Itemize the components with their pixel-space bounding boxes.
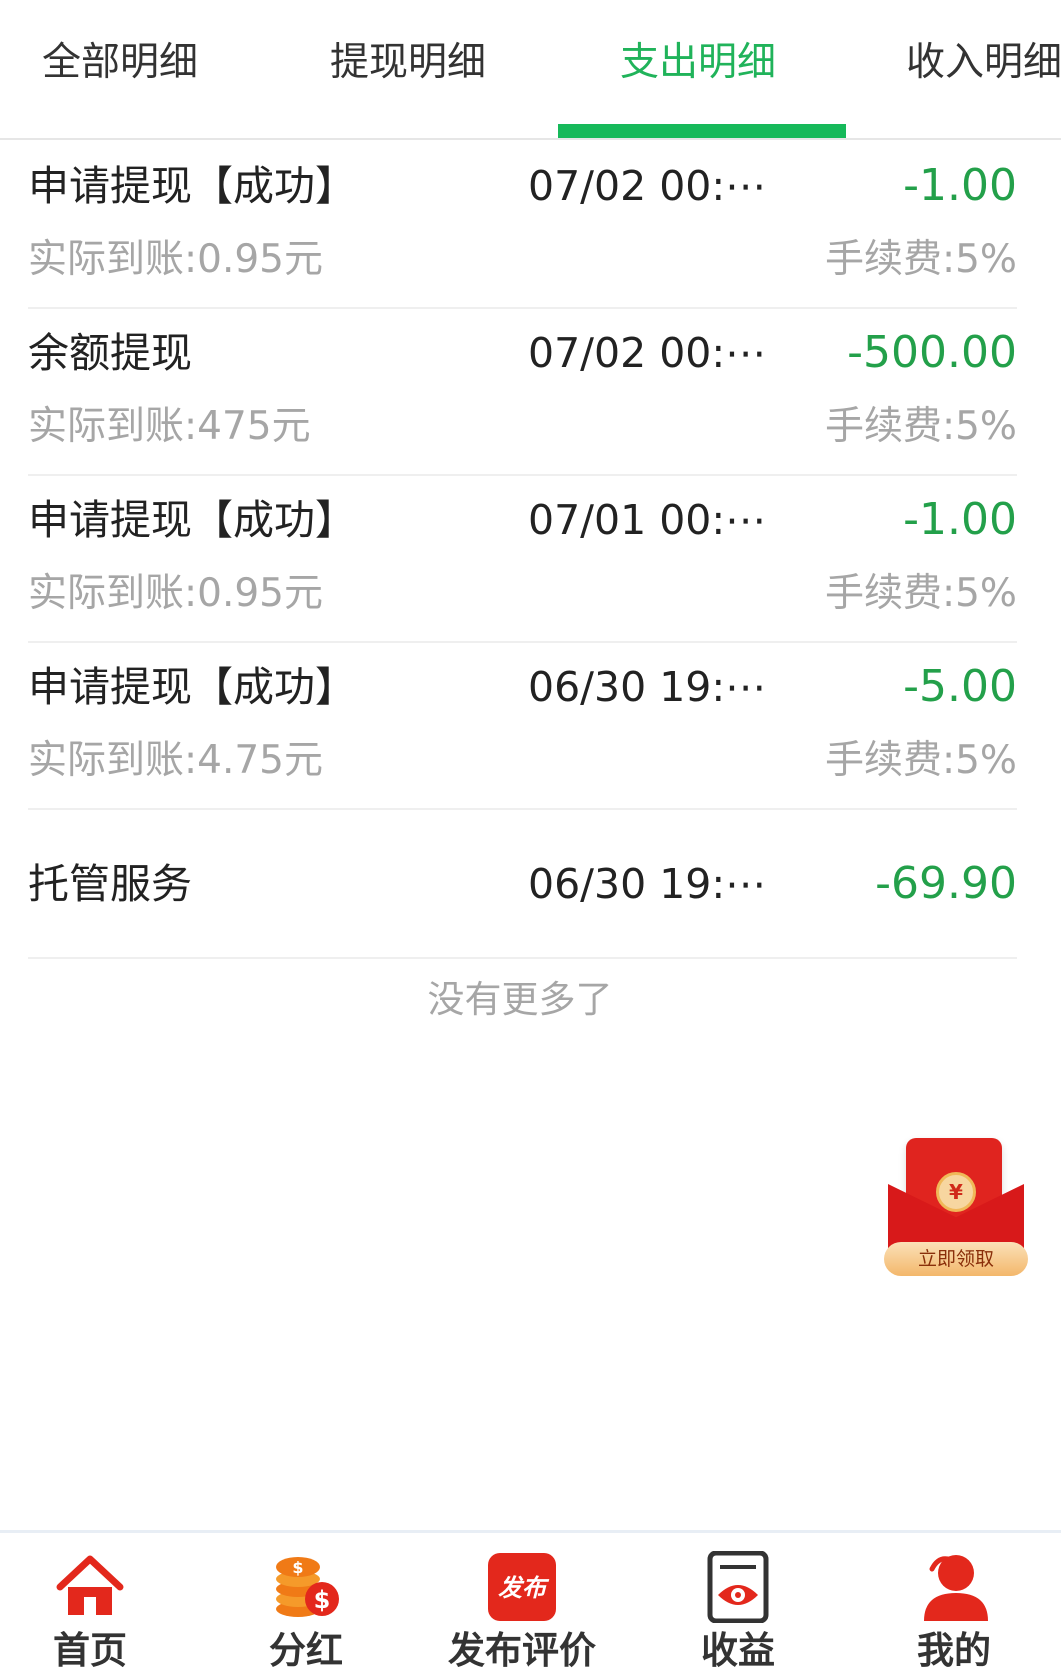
nav-home[interactable]: 首页 <box>0 1551 190 1673</box>
user-icon <box>924 1555 988 1621</box>
nav-dividend-label: 分红 <box>269 1629 343 1672</box>
list-item[interactable]: 申请提现【成功】 07/02 00:⋯ -1.00 实际到账:0.95元 手续费… <box>28 142 1017 309</box>
record-amount: -5.00 <box>903 661 1017 712</box>
claim-now-button[interactable]: 立即领取 <box>884 1242 1028 1276</box>
record-actual-received: 实际到账:4.75元 <box>28 738 323 783</box>
nav-publish-review[interactable]: 发布 发布评价 <box>422 1551 622 1673</box>
nav-dividend[interactable]: $ $ 分红 <box>206 1551 406 1673</box>
record-amount: -1.00 <box>903 160 1017 211</box>
record-amount: -1.00 <box>903 494 1017 545</box>
coin-icon: ¥ <box>936 1172 976 1212</box>
record-amount: -69.90 <box>875 858 1017 909</box>
list-item[interactable]: 申请提现【成功】 06/30 19:⋯ -5.00 实际到账:4.75元 手续费… <box>28 643 1017 810</box>
nav-earnings[interactable]: 收益 <box>638 1551 838 1673</box>
record-time: 06/30 19:⋯ <box>528 860 764 908</box>
svg-text:$: $ <box>292 1558 303 1577</box>
home-icon <box>56 1555 124 1615</box>
publish-icon: 发布 <box>488 1553 556 1621</box>
record-time: 07/02 00:⋯ <box>528 329 764 377</box>
nav-mine[interactable]: 我的 <box>854 1551 1054 1673</box>
bottom-nav: 首页 $ $ 分红 发布 发布评价 收益 我的 <box>0 1530 1061 1673</box>
nav-publish-review-label: 发布评价 <box>448 1629 596 1672</box>
svg-text:$: $ <box>314 1586 331 1614</box>
record-title: 申请提现【成功】 <box>28 162 356 210</box>
nav-mine-label: 我的 <box>917 1629 991 1672</box>
record-title: 余额提现 <box>28 329 192 377</box>
record-time: 07/02 00:⋯ <box>528 162 764 210</box>
list-item[interactable]: 余额提现 07/02 00:⋯ -500.00 实际到账:475元 手续费:5% <box>28 309 1017 476</box>
tab-income-details[interactable]: 收入明细 <box>906 38 1061 88</box>
list-item[interactable]: 托管服务 06/30 19:⋯ -69.90 <box>28 810 1017 959</box>
record-time: 06/30 19:⋯ <box>528 663 764 711</box>
tab-bar: 全部明细 提现明细 支出明细 收入明细 <box>0 0 1061 140</box>
record-fee: 手续费:5% <box>824 571 1017 616</box>
record-list: 申请提现【成功】 07/02 00:⋯ -1.00 实际到账:0.95元 手续费… <box>0 142 1061 959</box>
record-amount: -500.00 <box>847 327 1017 378</box>
record-fee: 手续费:5% <box>824 738 1017 783</box>
record-actual-received: 实际到账:475元 <box>28 404 311 449</box>
record-actual-received: 实际到账:0.95元 <box>28 571 323 616</box>
svg-text:发布: 发布 <box>498 1573 550 1602</box>
tab-expense-details[interactable]: 支出明细 <box>620 38 776 88</box>
tab-all-details[interactable]: 全部明细 <box>42 38 198 88</box>
coins-icon: $ $ <box>276 1557 339 1617</box>
record-fee: 手续费:5% <box>824 404 1017 449</box>
no-more-text: 没有更多了 <box>427 978 613 1021</box>
record-title: 申请提现【成功】 <box>28 663 356 711</box>
record-title: 申请提现【成功】 <box>28 496 356 544</box>
record-fee: 手续费:5% <box>824 237 1017 282</box>
record-actual-received: 实际到账:0.95元 <box>28 237 323 282</box>
tab-withdraw-details[interactable]: 提现明细 <box>330 38 486 88</box>
nav-home-label: 首页 <box>53 1629 127 1672</box>
red-packet-floating-button[interactable]: ¥ 立即领取 <box>884 1134 1028 1278</box>
record-title: 托管服务 <box>28 860 192 908</box>
list-item[interactable]: 申请提现【成功】 07/01 00:⋯ -1.00 实际到账:0.95元 手续费… <box>28 476 1017 643</box>
record-time: 07/01 00:⋯ <box>528 496 764 544</box>
active-tab-indicator <box>558 124 846 138</box>
earnings-eye-icon <box>707 1551 769 1623</box>
nav-earnings-label: 收益 <box>701 1629 775 1672</box>
